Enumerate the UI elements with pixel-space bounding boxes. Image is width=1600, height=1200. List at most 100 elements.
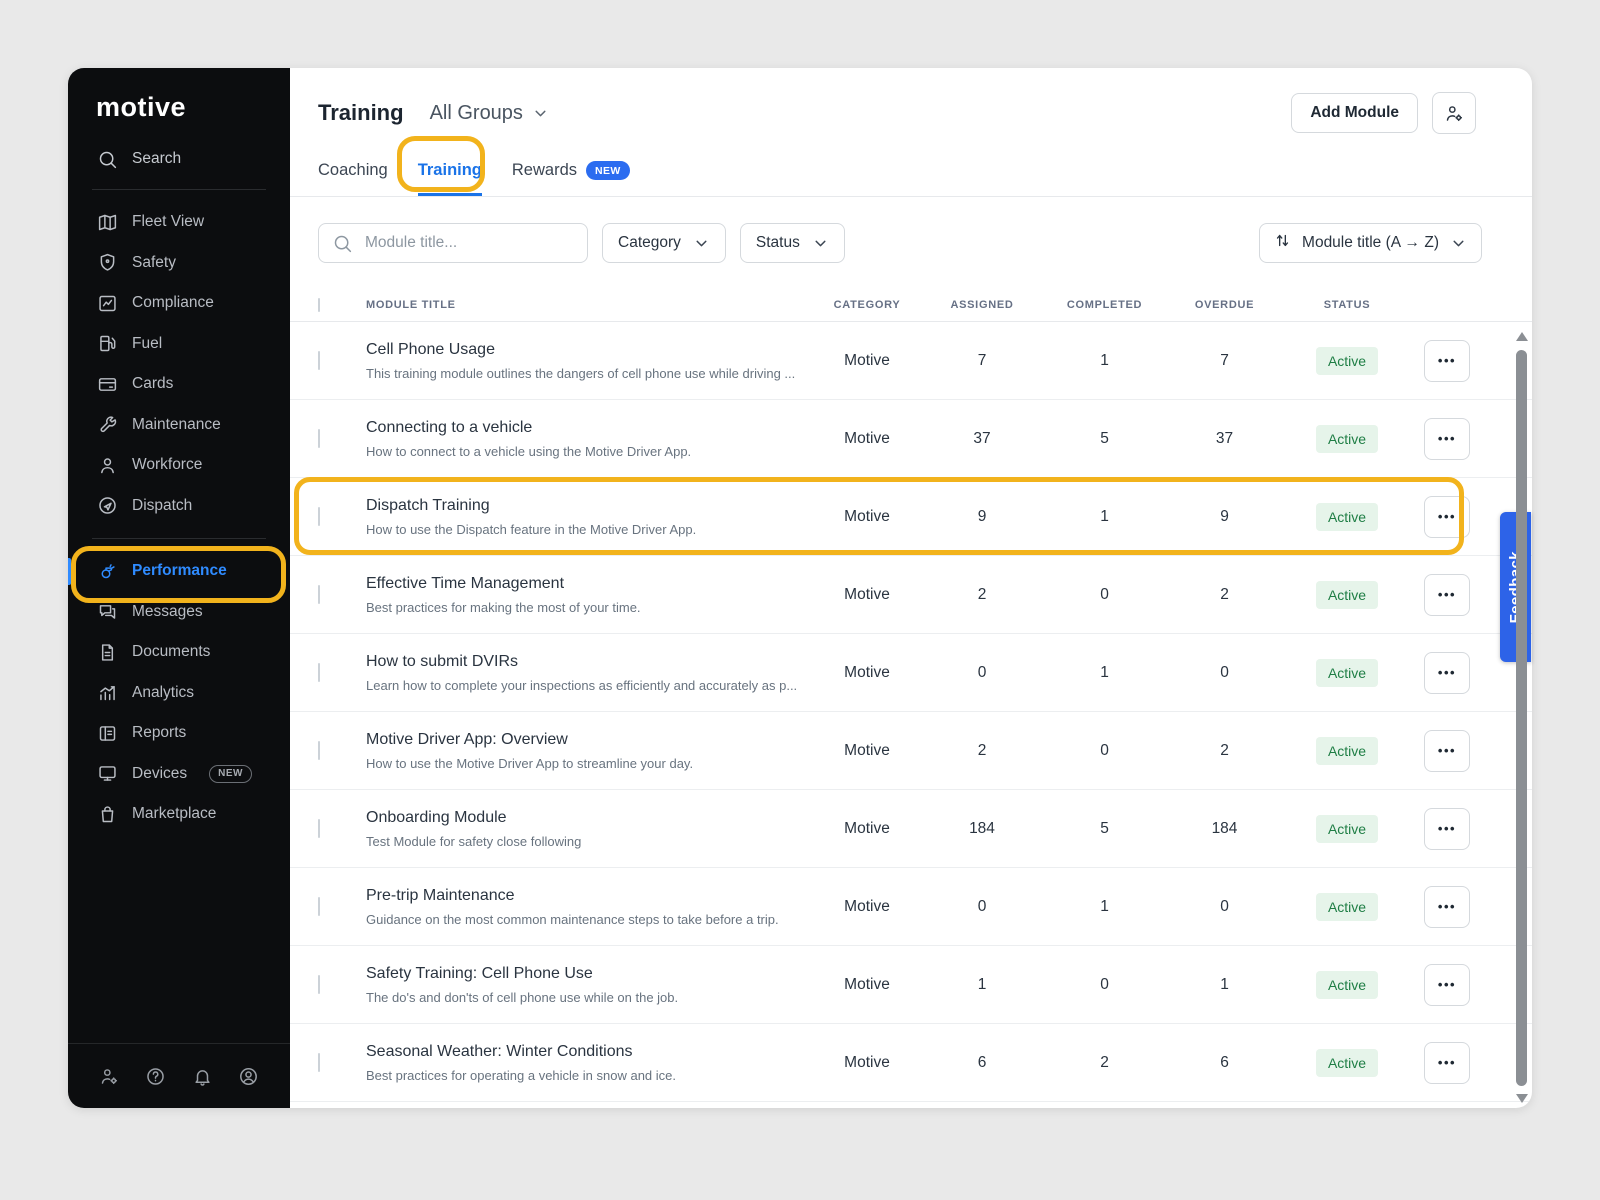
module-title-search[interactable]	[318, 223, 588, 263]
module-title: How to submit DVIRs	[366, 652, 812, 671]
table-row-safety-training-cell-phone-use[interactable]: Safety Training: Cell Phone UseThe do's …	[290, 946, 1532, 1024]
row-actions-button[interactable]	[1424, 886, 1470, 928]
sidebar-item-performance[interactable]: Performance	[68, 551, 290, 592]
sidebar-item-label: Analytics	[132, 684, 194, 702]
sidebar-item-dispatch[interactable]: Dispatch	[68, 486, 290, 527]
sidebar-item-workforce[interactable]: Workforce	[68, 445, 290, 486]
sidebar-item-marketplace[interactable]: Marketplace	[68, 794, 290, 835]
table-row-how-to-submit-dvirs[interactable]: How to submit DVIRsLearn how to complete…	[290, 634, 1532, 712]
overdue-cell: 2	[1167, 586, 1282, 604]
sort-selector-label: Module title (A → Z)	[1302, 234, 1439, 252]
module-title-search-input[interactable]	[363, 233, 575, 253]
row-checkbox[interactable]	[318, 819, 320, 838]
tab-rewards[interactable]: Rewards NEW	[512, 161, 630, 196]
sidebar-item-search[interactable]: Search	[68, 121, 290, 189]
row-checkbox[interactable]	[318, 429, 320, 448]
marketplace-icon	[96, 803, 118, 825]
maintenance-icon	[96, 414, 118, 436]
sidebar-item-safety[interactable]: Safety	[68, 243, 290, 284]
status-dropdown[interactable]: Status	[740, 223, 845, 263]
column-header-category: CATEGORY	[812, 299, 922, 311]
category-dropdown[interactable]: Category	[602, 223, 726, 263]
row-checkbox[interactable]	[318, 975, 320, 994]
category-cell: Motive	[812, 664, 922, 682]
row-actions-button[interactable]	[1424, 574, 1470, 616]
assigned-cell: 7	[922, 352, 1042, 370]
user-settings-icon[interactable]	[98, 1065, 120, 1087]
module-title: Dispatch Training	[366, 496, 812, 515]
sidebar-item-analytics[interactable]: Analytics	[68, 673, 290, 714]
account-icon[interactable]	[238, 1065, 260, 1087]
scrollbar-thumb[interactable]	[1516, 350, 1527, 1086]
module-description: This training module outlines the danger…	[366, 366, 812, 382]
row-actions-button[interactable]	[1424, 418, 1470, 460]
sidebar-item-documents[interactable]: Documents	[68, 632, 290, 673]
table-row-cell-phone-usage[interactable]: Cell Phone UsageThis training module out…	[290, 322, 1532, 400]
row-actions-button[interactable]	[1424, 496, 1470, 538]
tab-training[interactable]: Training	[418, 161, 482, 196]
help-icon[interactable]	[145, 1065, 167, 1087]
sidebar-item-devices[interactable]: DevicesNEW	[68, 754, 290, 795]
completed-cell: 2	[1042, 1054, 1167, 1072]
chevron-down-icon	[1450, 235, 1467, 252]
sidebar-item-fleet-view[interactable]: Fleet View	[68, 202, 290, 243]
tab-bar: Coaching Training Rewards NEW	[290, 134, 1532, 197]
sort-selector[interactable]: Module title (A → Z)	[1259, 223, 1482, 263]
row-actions-button[interactable]	[1424, 340, 1470, 382]
sidebar-item-label: Reports	[132, 724, 186, 742]
table-row-seasonal-weather-winter-conditions[interactable]: Seasonal Weather: Winter ConditionsBest …	[290, 1024, 1532, 1102]
row-actions-button[interactable]	[1424, 730, 1470, 772]
group-selector[interactable]: All Groups	[430, 102, 549, 125]
assigned-cell: 9	[922, 508, 1042, 526]
row-actions-button[interactable]	[1424, 808, 1470, 850]
row-checkbox[interactable]	[318, 663, 320, 682]
row-checkbox[interactable]	[318, 507, 320, 526]
notifications-icon[interactable]	[191, 1065, 213, 1087]
module-description: The do's and don'ts of cell phone use wh…	[366, 990, 812, 1006]
fleet-view-icon	[96, 211, 118, 233]
status-badge: Active	[1316, 971, 1378, 999]
category-cell: Motive	[812, 508, 922, 526]
scrollbar-down-arrow[interactable]	[1516, 1094, 1528, 1103]
add-module-button[interactable]: Add Module	[1291, 93, 1418, 133]
row-checkbox[interactable]	[318, 897, 320, 916]
module-title: Onboarding Module	[366, 808, 812, 827]
sidebar-item-label: Fleet View	[132, 213, 204, 231]
tab-coaching[interactable]: Coaching	[318, 161, 388, 196]
row-checkbox[interactable]	[318, 585, 320, 604]
row-checkbox[interactable]	[318, 351, 320, 370]
table-body: Cell Phone UsageThis training module out…	[290, 322, 1532, 1102]
user-settings-button[interactable]	[1432, 92, 1476, 134]
dispatch-icon	[96, 495, 118, 517]
sidebar-item-compliance[interactable]: Compliance	[68, 283, 290, 324]
modules-table: MODULE TITLECATEGORYASSIGNEDCOMPLETEDOVE…	[290, 289, 1532, 1108]
scrollbar-up-arrow[interactable]	[1516, 332, 1528, 341]
row-actions-button[interactable]	[1424, 964, 1470, 1006]
group-selector-label: All Groups	[430, 102, 523, 125]
row-actions-button[interactable]	[1424, 1042, 1470, 1084]
sort-arrows-icon	[1274, 232, 1291, 254]
table-row-connecting-to-a-vehicle[interactable]: Connecting to a vehicleHow to connect to…	[290, 400, 1532, 478]
table-row-effective-time-management[interactable]: Effective Time ManagementBest practices …	[290, 556, 1532, 634]
sidebar-item-reports[interactable]: Reports	[68, 713, 290, 754]
overdue-cell: 0	[1167, 664, 1282, 682]
table-row-onboarding-module[interactable]: Onboarding ModuleTest Module for safety …	[290, 790, 1532, 868]
module-title: Connecting to a vehicle	[366, 418, 812, 437]
row-actions-button[interactable]	[1424, 652, 1470, 694]
select-all-checkbox[interactable]	[318, 298, 320, 312]
devices-icon	[96, 763, 118, 785]
table-row-motive-driver-app-overview[interactable]: Motive Driver App: OverviewHow to use th…	[290, 712, 1532, 790]
row-checkbox[interactable]	[318, 1053, 320, 1072]
cards-icon	[96, 373, 118, 395]
tab-coaching-label: Coaching	[318, 161, 388, 180]
row-checkbox[interactable]	[318, 741, 320, 760]
sidebar-item-maintenance[interactable]: Maintenance	[68, 405, 290, 446]
sidebar-item-cards[interactable]: Cards	[68, 364, 290, 405]
user-settings-icon	[1443, 102, 1465, 124]
table-row-pre-trip-maintenance[interactable]: Pre-trip MaintenanceGuidance on the most…	[290, 868, 1532, 946]
sidebar-item-messages[interactable]: Messages	[68, 592, 290, 633]
assigned-cell: 0	[922, 898, 1042, 916]
status-dropdown-label: Status	[756, 234, 800, 252]
sidebar-item-fuel[interactable]: Fuel	[68, 324, 290, 365]
table-row-dispatch-training[interactable]: Dispatch TrainingHow to use the Dispatch…	[290, 478, 1532, 556]
